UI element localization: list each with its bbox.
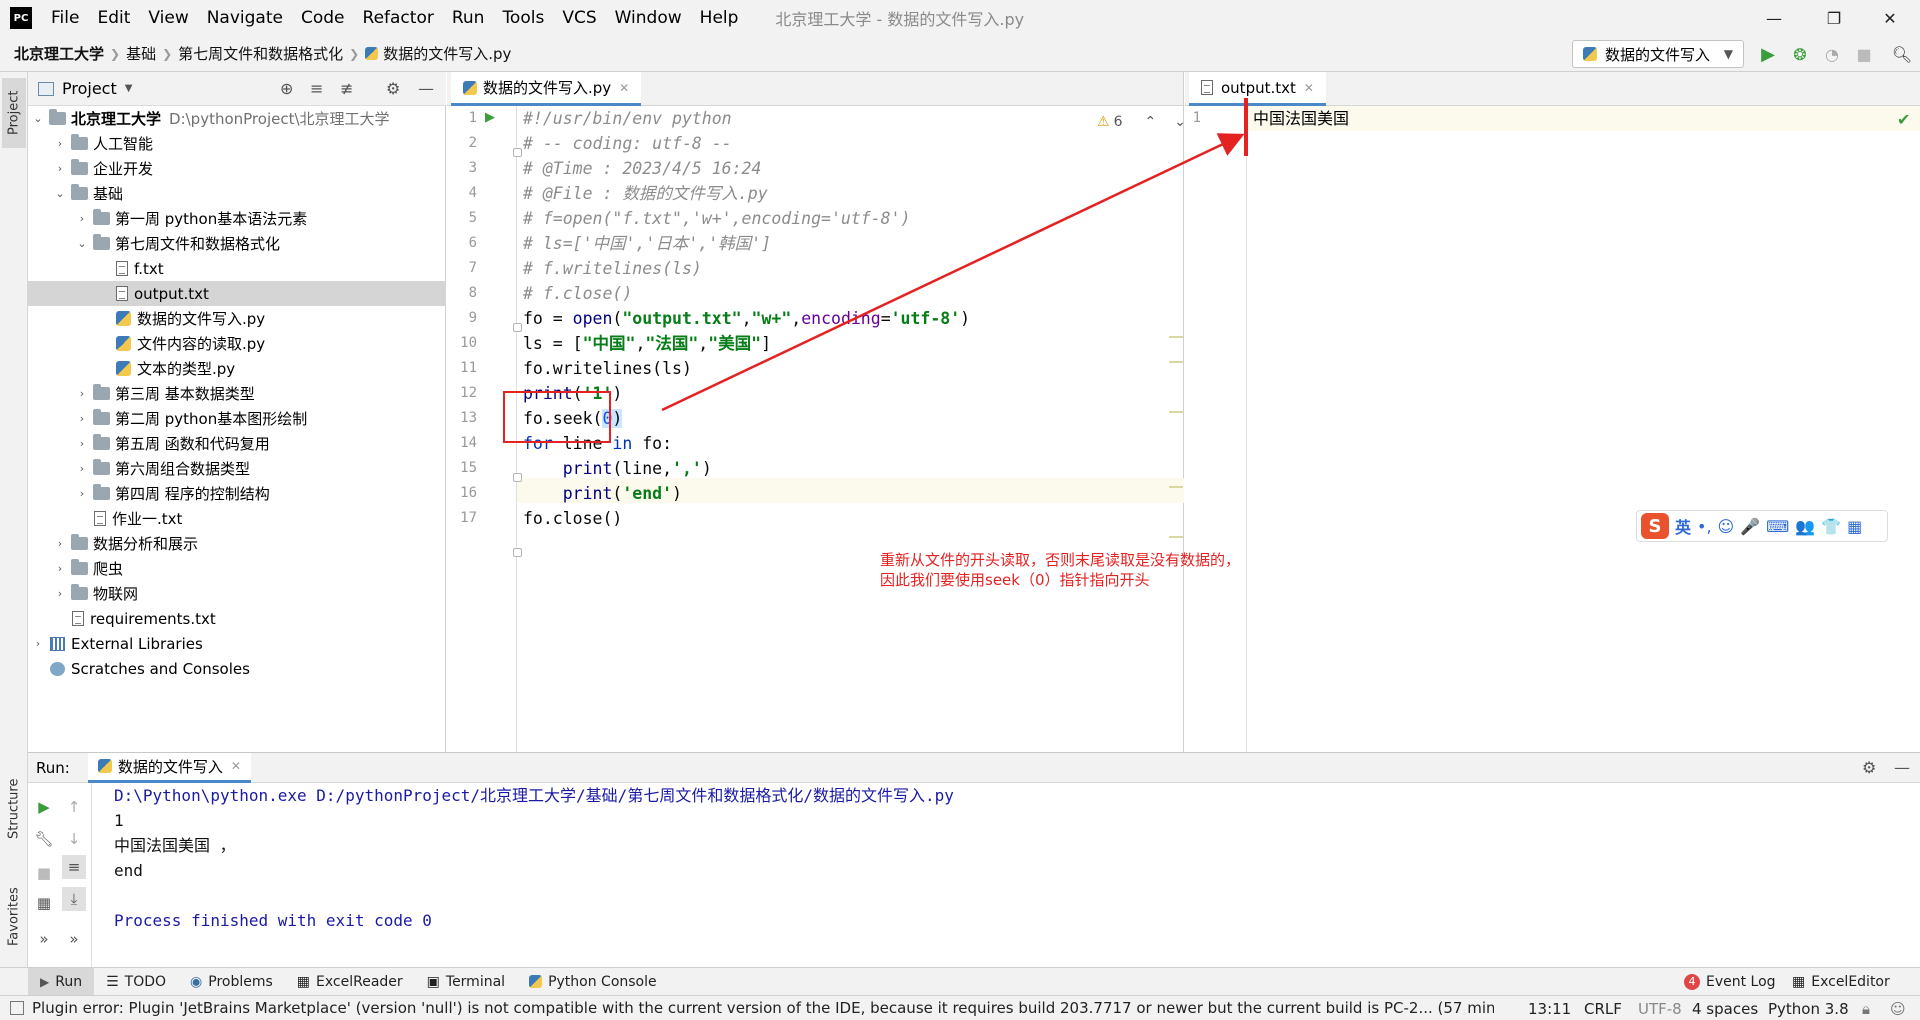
microphone-icon[interactable]: 🎤 [1740,517,1760,536]
file-encoding[interactable]: UTF-8 [1638,996,1682,1020]
arrow-down-icon[interactable]: ↓ [62,827,86,851]
run-toolbar: ▶ 🔧︎ ■ ▦ » ↑ ↓ ≡ ⤓ » [28,783,92,968]
todo-list-icon: ☰ [106,973,119,990]
run-tab-label: 数据的文件写入 [117,757,223,776]
punctuation-icon[interactable]: •, [1697,517,1712,536]
console-command: D:\Python\python.exe D:/pythonProject/北京… [114,786,954,805]
tool-excel-editor[interactable]: ▦ ExcelEditor [1780,968,1902,996]
python-interpreter[interactable]: Python 3.8 [1768,996,1849,1020]
table-icon: ▦ [296,973,311,990]
tool-window-strip: ▶ Run ☰ TODO ◉ Problems ▦ ExcelReader ▣ … [0,967,1920,996]
more-icon[interactable]: » [62,927,86,951]
run-panel: Run: 数据的文件写入 ✕ ⚙ — ▶ 🔧︎ ■ ▦ » ↑ ↓ ≡ ⤓ » … [28,752,1920,968]
inspector-icon[interactable]: ☺ [1890,996,1906,1020]
ime-toolbar[interactable]: S 英 •, ☺ 🎤 ⌨ 👥 👕 ▦ [1636,510,1888,542]
tool-label: ExcelEditor [1811,973,1890,990]
tool-label: Run [55,973,83,990]
soft-wrap-icon[interactable]: ≡ [62,855,86,879]
tool-todo[interactable]: ☰ TODO [94,968,178,996]
status-bar: Plugin error: Plugin 'JetBrains Marketpl… [0,995,1920,1020]
console-output: 中国法国美国 ， [114,836,236,855]
ime-mode[interactable]: 英 [1675,514,1691,538]
tool-label: Python Console [548,973,657,990]
table-icon: ▦ [1792,973,1806,990]
annotation-text: 重新从文件的开头读取，否则末尾读取是没有数据的， 因此我们要使用seek（0）指… [880,550,1240,590]
tool-event-log[interactable]: 4 Event Log [1672,968,1788,996]
close-icon[interactable]: ✕ [231,759,241,773]
console-output: end [114,861,143,880]
run-tab[interactable]: 数据的文件写入 ✕ [87,752,251,783]
emoji-icon[interactable]: ☺ [1718,517,1735,536]
annotation-line: 因此我们要使用seek（0）指针指向开头 [880,571,1150,589]
lock-icon[interactable]: 🔒︎ [1862,996,1870,1020]
keyboard-icon[interactable]: ⌨ [1766,517,1789,536]
tool-label: Event Log [1706,973,1776,990]
tool-problems[interactable]: ◉ Problems [178,968,285,996]
layout-icon[interactable]: ▦ [32,891,56,915]
wrench-icon[interactable]: 🔧︎ [32,827,56,851]
caret-position[interactable]: 13:11 [1528,996,1571,1020]
grid-icon[interactable]: ▦ [1847,517,1862,536]
event-count-badge: 4 [1684,973,1700,990]
line-separator[interactable]: CRLF [1584,996,1622,1020]
terminal-icon: ▣ [426,973,440,990]
run-label: Run: [36,758,70,777]
tool-label: Problems [208,973,273,990]
rerun-icon[interactable]: ▶ [32,795,56,819]
hide-panel-icon[interactable]: — [1894,758,1910,777]
scroll-to-end-icon[interactable]: ⤓ [62,887,86,911]
tool-label: ExcelReader [316,973,403,990]
stop-icon[interactable]: ■ [32,861,56,885]
tool-terminal[interactable]: ▣ Terminal [415,968,517,996]
python-file-icon [97,759,112,773]
run-panel-header: Run: 数据的文件写入 ✕ ⚙ — [28,752,1920,783]
user-icon[interactable]: 👥 [1795,517,1815,536]
tool-python-console[interactable]: Python Console [517,968,669,996]
gear-icon[interactable]: ⚙ [1862,758,1876,777]
indent-setting[interactable]: 4 spaces [1692,996,1758,1020]
arrow-up-icon[interactable]: ↑ [62,795,86,819]
run-play-icon: ▶ [40,974,50,989]
skin-icon[interactable]: 👕 [1821,517,1841,536]
arrow-line [661,133,1245,412]
tool-run[interactable]: ▶ Run [28,967,95,996]
console-exit-message: Process finished with exit code 0 [114,911,432,930]
tool-label: Terminal [445,973,506,990]
status-toggle-icon[interactable] [10,1001,24,1015]
more-icon[interactable]: » [32,927,56,951]
problems-icon: ◉ [190,973,203,990]
annotation-line: 重新从文件的开头读取，否则末尾读取是没有数据的， [880,551,1241,569]
tool-excelreader[interactable]: ▦ ExcelReader [285,968,415,996]
sogou-logo-icon[interactable]: S [1641,513,1669,539]
console-output: 1 [114,811,124,830]
tool-label: TODO [124,973,167,990]
status-message[interactable]: Plugin error: Plugin 'JetBrains Marketpl… [32,999,1494,1017]
python-icon [529,975,543,988]
